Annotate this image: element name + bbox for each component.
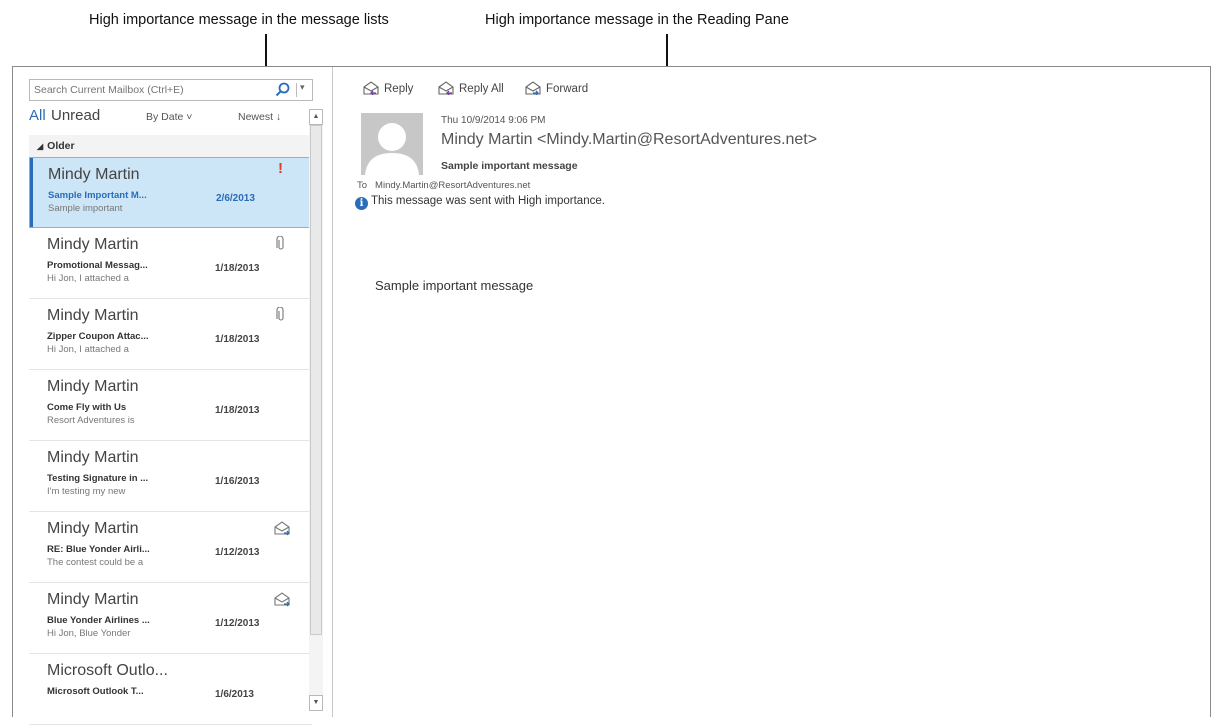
message-item[interactable]: Mindy Martin Promotional Messag... Hi Jo…	[29, 228, 312, 299]
message-subject: Promotional Messag...	[47, 260, 148, 271]
message-subject: Microsoft Outlook T...	[47, 686, 144, 697]
message-sender: Mindy Martin	[47, 378, 139, 395]
reply-label: Reply	[384, 83, 414, 95]
reply-icon	[363, 81, 379, 96]
message-sender: Mindy Martin	[47, 591, 139, 608]
message-body: Sample important message	[375, 278, 534, 293]
paperclip-icon	[276, 236, 284, 250]
scroll-thumb[interactable]	[310, 125, 322, 635]
callout-reading-pane: High importance message in the Reading P…	[485, 12, 789, 28]
message-date: 1/6/2013	[215, 689, 254, 700]
paperclip-icon	[276, 307, 284, 321]
filter-bar: All Unread By Date ˅ Newest ↓	[29, 107, 311, 129]
message-date: 1/12/2013	[215, 618, 260, 629]
scroll-up-arrow-icon[interactable]: ▲	[309, 109, 323, 125]
message-date: 1/16/2013	[215, 476, 260, 487]
search-input[interactable]	[30, 80, 274, 100]
search-icon[interactable]	[274, 82, 292, 98]
collapse-triangle-icon: ◢	[37, 142, 44, 151]
message-date: 2/6/2013	[216, 193, 255, 204]
message-list-pane: ▾ All Unread By Date ˅ Newest ↓ ◢Older M…	[13, 67, 329, 725]
search-scope-dropdown-icon[interactable]: ▾	[300, 82, 310, 93]
search-box: ▾	[29, 79, 313, 101]
message-date: 1/12/2013	[215, 547, 260, 558]
sender-avatar[interactable]	[361, 113, 423, 175]
message-list: Mindy Martin Sample Important M... Sampl…	[29, 157, 312, 725]
info-icon: i	[355, 197, 368, 210]
message-item[interactable]: Mindy Martin Blue Yonder Airlines ... Hi…	[29, 583, 312, 654]
person-icon	[365, 123, 419, 175]
message-date: 1/18/2013	[215, 405, 260, 416]
filter-unread[interactable]: Unread	[51, 107, 100, 124]
forward-icon	[525, 81, 541, 96]
message-item[interactable]: Mindy Martin Zipper Coupon Attac... Hi J…	[29, 299, 312, 370]
message-preview: Hi Jon, I attached a	[47, 344, 129, 355]
message-sender: Mindy Martin	[47, 520, 139, 537]
message-subject: Testing Signature in ...	[47, 473, 149, 484]
sender-address[interactable]: Mindy Martin <Mindy.Martin@ResortAdventu…	[441, 131, 817, 149]
reply-all-icon	[438, 81, 454, 96]
message-preview: I'm testing my new	[47, 486, 126, 497]
importance-info-text: This message was sent with High importan…	[371, 195, 605, 207]
message-item[interactable]: Mindy Martin Testing Signature in ... I'…	[29, 441, 312, 512]
message-subject: Zipper Coupon Attac...	[47, 331, 149, 342]
message-preview: Resort Adventures is	[47, 415, 135, 426]
message-preview: The contest could be a	[47, 557, 144, 568]
message-item[interactable]: Mindy Martin Come Fly with Us Resort Adv…	[29, 370, 312, 441]
message-subject: Sample Important M...	[48, 190, 147, 201]
message-sender: Mindy Martin	[47, 449, 139, 466]
outlook-window: ▾ All Unread By Date ˅ Newest ↓ ◢Older M…	[12, 66, 1211, 725]
search-separator	[296, 83, 297, 97]
message-subject-heading: Sample important message	[441, 160, 578, 172]
sort-by-dropdown[interactable]: By Date ˅	[146, 111, 192, 123]
message-preview: Hi Jon, I attached a	[47, 273, 129, 284]
message-item[interactable]: Mindy Martin RE: Blue Yonder Airli... Th…	[29, 512, 312, 583]
group-header-label: Older	[47, 140, 75, 152]
recipient-address[interactable]: Mindy.Martin@ResortAdventures.net	[375, 180, 530, 191]
message-item[interactable]: Microsoft Outlo... Microsoft Outlook T..…	[29, 654, 312, 725]
filter-all[interactable]: All	[29, 107, 46, 124]
to-label: To	[357, 180, 368, 191]
message-preview: Sample important	[48, 203, 123, 214]
scroll-down-arrow-icon[interactable]: ▼	[309, 695, 323, 711]
reading-pane: Reply Reply All Forward Thu 10/9/2014 9:…	[333, 67, 1210, 717]
message-sender: Mindy Martin	[47, 307, 139, 324]
replied-envelope-icon	[274, 592, 290, 607]
high-importance-icon: !	[278, 160, 283, 177]
message-date: 1/18/2013	[215, 334, 260, 345]
replied-envelope-icon	[274, 521, 290, 536]
reply-all-button[interactable]: Reply All	[437, 81, 504, 96]
sort-order-toggle[interactable]: Newest ↓	[238, 111, 281, 123]
reply-button[interactable]: Reply	[362, 81, 414, 96]
message-sender: Mindy Martin	[48, 166, 140, 183]
callout-message-list: High importance message in the message l…	[89, 12, 389, 28]
message-subject: RE: Blue Yonder Airli...	[47, 544, 150, 555]
forward-button[interactable]: Forward	[524, 81, 589, 96]
sent-date: Thu 10/9/2014 9:06 PM	[441, 115, 546, 126]
reply-all-label: Reply All	[459, 83, 504, 95]
message-subject: Blue Yonder Airlines ...	[47, 615, 150, 626]
message-sender: Mindy Martin	[47, 236, 139, 253]
importance-infobar: i This message was sent with High importa…	[355, 195, 605, 210]
message-date: 1/18/2013	[215, 263, 260, 274]
message-list-scrollbar[interactable]: ▲ ▼	[309, 109, 323, 711]
message-preview: Hi Jon, Blue Yonder	[47, 628, 131, 639]
forward-label: Forward	[546, 83, 589, 95]
message-sender: Microsoft Outlo...	[47, 662, 168, 679]
message-subject: Come Fly with Us	[47, 402, 127, 413]
message-item-selected[interactable]: Mindy Martin Sample Important M... Sampl…	[29, 157, 312, 228]
recipient-row: To Mindy.Martin@ResortAdventures.net	[357, 180, 538, 191]
group-header-older[interactable]: ◢ Older	[29, 135, 312, 157]
